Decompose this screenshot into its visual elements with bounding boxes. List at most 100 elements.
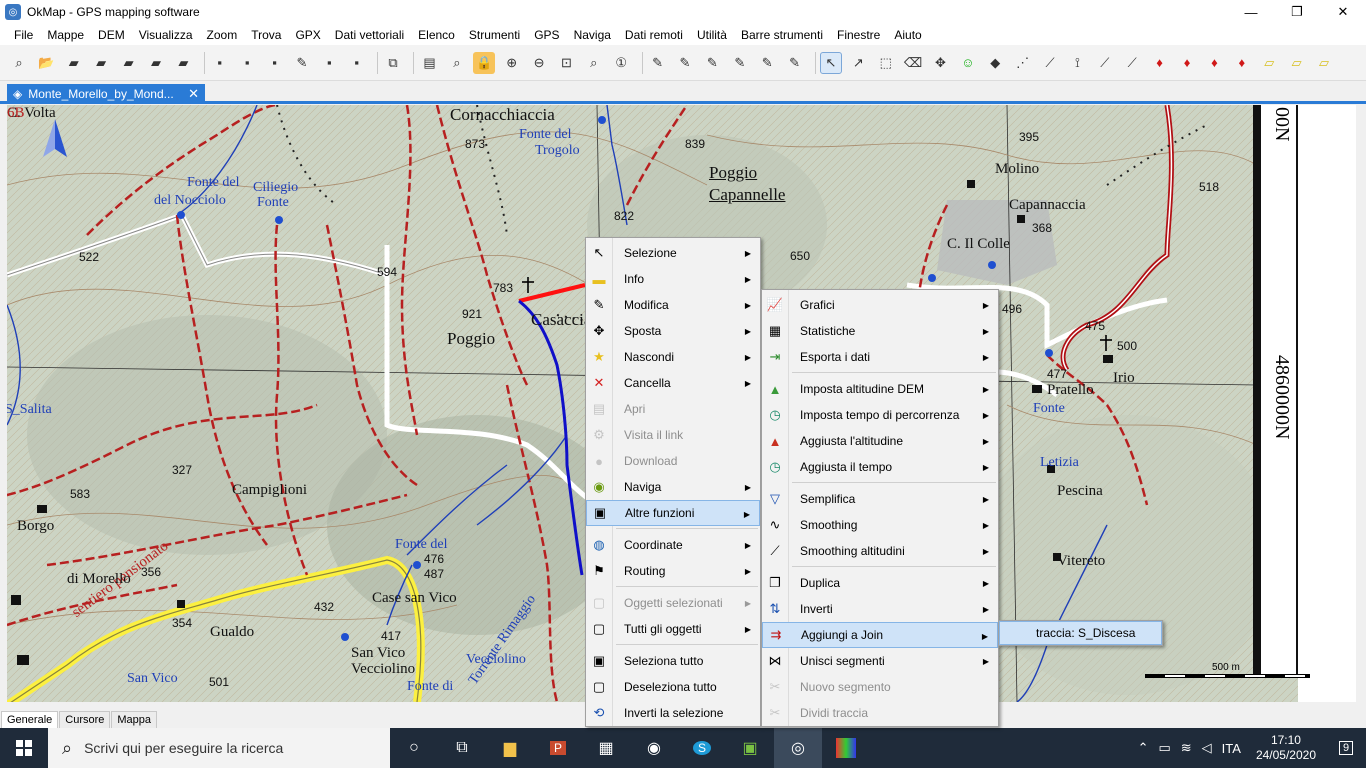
menu-item-statistiche[interactable]: ▦ Statistiche ▶ xyxy=(762,318,998,344)
zoom-in-icon[interactable]: ⊕ xyxy=(501,52,523,74)
save-icon[interactable]: ▪ xyxy=(318,52,340,74)
powerpoint-icon[interactable]: P xyxy=(534,728,582,768)
zoom-icon[interactable]: ⌕ xyxy=(446,52,468,74)
ruler-icon[interactable]: ▱ xyxy=(1286,52,1308,74)
wifi-icon[interactable]: ≋ xyxy=(1176,740,1197,756)
menu-item-smoothing[interactable]: ∿ Smoothing ▶ xyxy=(762,512,998,538)
menu-naviga[interactable]: Naviga xyxy=(567,28,618,42)
menu-item-inverti[interactable]: ⇅ Inverti ▶ xyxy=(762,596,998,622)
folder-icon[interactable]: ▰ xyxy=(145,52,167,74)
menu-visualizza[interactable]: Visualizza xyxy=(132,28,200,42)
edit-icon[interactable]: ✎ xyxy=(647,52,669,74)
menu-item-aggiusta-l-altitudine[interactable]: ▲ Aggiusta l'altitudine ▶ xyxy=(762,428,998,454)
menu-item-imposta-tempo-di-percorrenza[interactable]: ◷ Imposta tempo di percorrenza ▶ xyxy=(762,402,998,428)
zoom-1to1-icon[interactable]: ① xyxy=(610,52,632,74)
menu-barre-strumenti[interactable]: Barre strumenti xyxy=(734,28,830,42)
zoom-out-icon[interactable]: ⊖ xyxy=(528,52,550,74)
menu-item-coordinate[interactable]: ◍ Coordinate ▶ xyxy=(586,532,760,558)
taskbar-search[interactable]: ⌕ Scrivi qui per eseguire la ricerca xyxy=(48,728,390,768)
minimize-button[interactable]: — xyxy=(1228,0,1274,24)
marker-icon[interactable]: ♦ xyxy=(1203,52,1225,74)
pointer-add-icon[interactable]: ↗ xyxy=(847,52,869,74)
menu-file[interactable]: File xyxy=(7,28,40,42)
file-explorer-icon[interactable]: ▆ xyxy=(486,728,534,768)
chevron-up-icon[interactable]: ⌃ xyxy=(1133,740,1154,756)
save-icon[interactable]: ▪ xyxy=(346,52,368,74)
menu-item-selezione[interactable]: ↖ Selezione ▶ xyxy=(586,240,760,266)
menu-strumenti[interactable]: Strumenti xyxy=(462,28,527,42)
menu-zoom[interactable]: Zoom xyxy=(200,28,245,42)
menu-gpx[interactable]: GPX xyxy=(288,28,327,42)
edit-icon[interactable]: ✎ xyxy=(701,52,723,74)
menu-item-altre-funzioni[interactable]: ▣ Altre funzioni ▶ xyxy=(586,500,760,526)
start-button[interactable] xyxy=(0,728,48,768)
menu-item-grafici[interactable]: 📈 Grafici ▶ xyxy=(762,292,998,318)
steam-icon[interactable]: ◉ xyxy=(630,728,678,768)
edit-icon[interactable]: ✎ xyxy=(674,52,696,74)
calculator-icon[interactable]: ▦ xyxy=(582,728,630,768)
folder-open-icon[interactable]: 📂 xyxy=(35,52,57,74)
menu-item-esporta-i-dati[interactable]: ⇥ Esporta i dati ▶ xyxy=(762,344,998,370)
menu-item-deseleziona-tutto[interactable]: ▢ Deseleziona tutto xyxy=(586,674,760,700)
volume-icon[interactable]: ◁ xyxy=(1197,740,1217,756)
save-icon[interactable]: ▪ xyxy=(209,52,231,74)
battery-icon[interactable]: ▭ xyxy=(1153,740,1175,756)
clock[interactable]: 17:10 24/05/2020 xyxy=(1246,733,1326,763)
menu-item-tutti-gli-oggetti[interactable]: ▢ Tutti gli oggetti ▶ xyxy=(586,616,760,642)
okmap-taskbar-icon[interactable]: ◎ xyxy=(774,728,822,768)
menu-item-seleziona-tutto[interactable]: ▣ Seleziona tutto xyxy=(586,648,760,674)
menu-finestre[interactable]: Finestre xyxy=(830,28,887,42)
folder-icon[interactable]: ▰ xyxy=(118,52,140,74)
move-icon[interactable]: ✥ xyxy=(930,52,952,74)
menu-item-modifica[interactable]: ✎ Modifica ▶ xyxy=(586,292,760,318)
menu-item-duplica[interactable]: ❐ Duplica ▶ xyxy=(762,570,998,596)
menu-dati-remoti[interactable]: Dati remoti xyxy=(618,28,690,42)
skype-icon[interactable]: S xyxy=(678,728,726,768)
marker-icon[interactable]: ♦ xyxy=(1231,52,1253,74)
close-button[interactable]: ✕ xyxy=(1320,0,1366,24)
search-icon[interactable]: ⌕ xyxy=(8,52,30,74)
tool-icon[interactable]: ✎ xyxy=(291,52,313,74)
color-app-icon[interactable] xyxy=(822,728,870,768)
document-tab[interactable]: ◈ Monte_Morello_by_Mond... ✕ xyxy=(7,84,205,104)
menu-item-sposta[interactable]: ✥ Sposta ▶ xyxy=(586,318,760,344)
save-icon[interactable]: ▪ xyxy=(236,52,258,74)
menu-item-smoothing-altitudini[interactable]: ⟋ Smoothing altitudini ▶ xyxy=(762,538,998,564)
edit-icon[interactable]: ✎ xyxy=(784,52,806,74)
edit-icon[interactable]: ✎ xyxy=(729,52,751,74)
menu-trova[interactable]: Trova xyxy=(244,28,288,42)
menu-mappe[interactable]: Mappe xyxy=(40,28,91,42)
waypoint-icon[interactable]: ◆ xyxy=(984,52,1006,74)
track-icon[interactable]: ⟋ xyxy=(1094,52,1116,74)
track-icon[interactable]: ⟋ xyxy=(1121,52,1143,74)
menu-gps[interactable]: GPS xyxy=(527,28,566,42)
marker-icon[interactable]: ♦ xyxy=(1176,52,1198,74)
marker-icon[interactable]: ♦ xyxy=(1149,52,1171,74)
menu-utilita[interactable]: Utilità xyxy=(690,28,734,42)
menu-aiuto[interactable]: Aiuto xyxy=(887,28,928,42)
bottom-tab-cursore[interactable]: Cursore xyxy=(59,711,111,728)
menu-item-aggiusta-il-tempo[interactable]: ◷ Aggiusta il tempo ▶ xyxy=(762,454,998,480)
notification-center-icon[interactable]: 9 xyxy=(1326,741,1366,755)
editor-app-icon[interactable]: ▣ xyxy=(726,728,774,768)
eraser-icon[interactable]: ⌫ xyxy=(902,52,924,74)
folder-icon[interactable]: ▰ xyxy=(90,52,112,74)
menu-dem[interactable]: DEM xyxy=(91,28,132,42)
menu-item-nascondi[interactable]: ★ Nascondi ▶ xyxy=(586,344,760,370)
edit-icon[interactable]: ✎ xyxy=(756,52,778,74)
menu-item-unisci-segmenti[interactable]: ⋈ Unisci segmenti ▶ xyxy=(762,648,998,674)
menu-elenco[interactable]: Elenco xyxy=(411,28,462,42)
menu-item-inverti-la-selezione[interactable]: ⟲ Inverti la selezione xyxy=(586,700,760,726)
task-view-icon[interactable]: ⧉ xyxy=(438,728,486,768)
maximize-button[interactable]: ❐ xyxy=(1274,0,1320,24)
menu-item-naviga[interactable]: ◉ Naviga ▶ xyxy=(586,474,760,500)
pointer-icon[interactable]: ↖ xyxy=(819,51,842,74)
ruler-icon[interactable]: ▱ xyxy=(1258,52,1280,74)
menu-item-aggiungi-a-join[interactable]: ⇉ Aggiungi a Join ▶ xyxy=(762,622,998,648)
layers-icon[interactable]: ⧉ xyxy=(382,52,404,74)
menu-dati-vettoriali[interactable]: Dati vettoriali xyxy=(328,28,411,42)
map-icon[interactable]: ▤ xyxy=(418,52,440,74)
menu-item-semplifica[interactable]: ▽ Semplifica ▶ xyxy=(762,486,998,512)
select-box-icon[interactable]: ⬚ xyxy=(875,52,897,74)
cortana-icon[interactable]: ○ xyxy=(390,728,438,768)
